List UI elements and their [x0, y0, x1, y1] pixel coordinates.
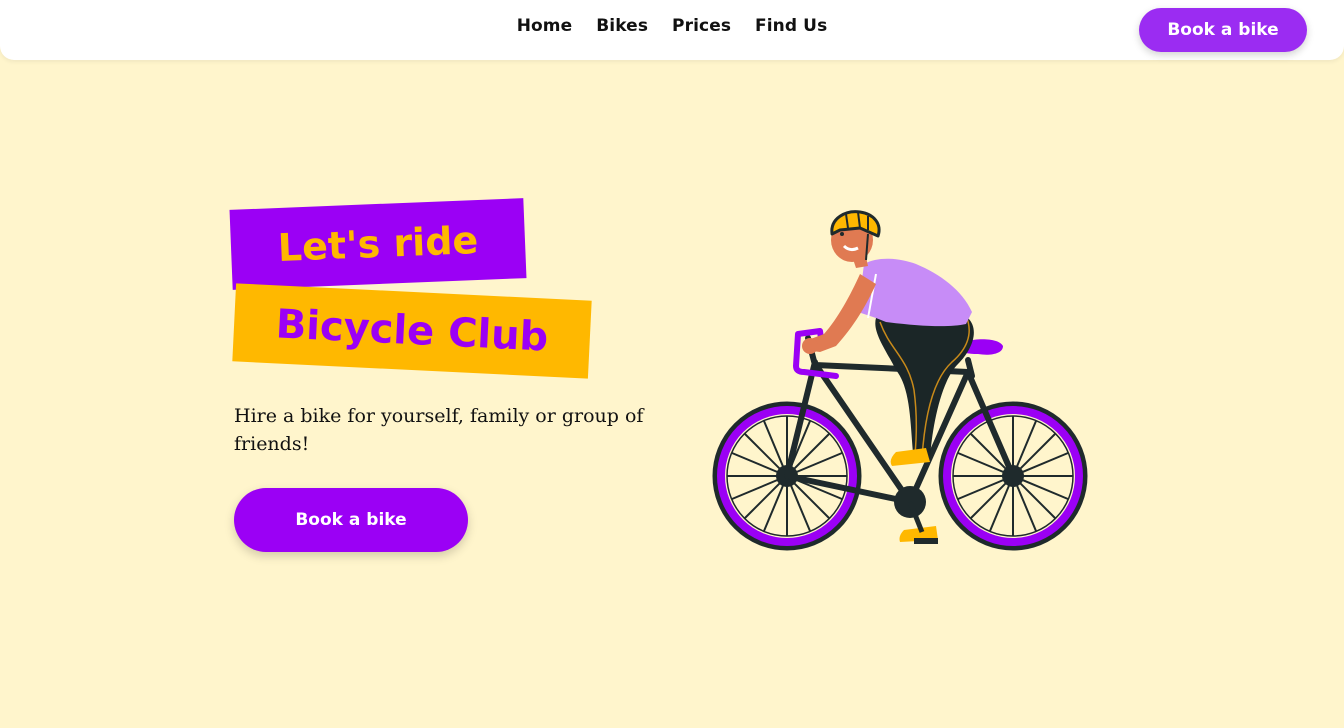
- site-header: Home Bikes Prices Find Us Book a bike: [0, 0, 1344, 60]
- cyclist-illustration-icon: [712, 210, 1088, 551]
- rider-shirt: [858, 258, 972, 327]
- nav-prices[interactable]: Prices: [672, 16, 731, 36]
- tagline-banner-purple: Let's ride: [229, 198, 527, 290]
- tagline-lets-ride: Let's ride: [277, 217, 479, 271]
- nav-bikes[interactable]: Bikes: [596, 16, 648, 36]
- nav-find-us[interactable]: Find Us: [755, 16, 827, 36]
- header-book-button[interactable]: Book a bike: [1139, 8, 1307, 52]
- hero-description: Hire a bike for yourself, family or grou…: [234, 405, 644, 455]
- tagline-bicycle-club: Bicycle Club: [274, 301, 550, 361]
- tagline-banner-yellow: Bicycle Club: [232, 283, 592, 379]
- nav-home[interactable]: Home: [517, 16, 573, 36]
- hero-book-button[interactable]: Book a bike: [234, 488, 468, 552]
